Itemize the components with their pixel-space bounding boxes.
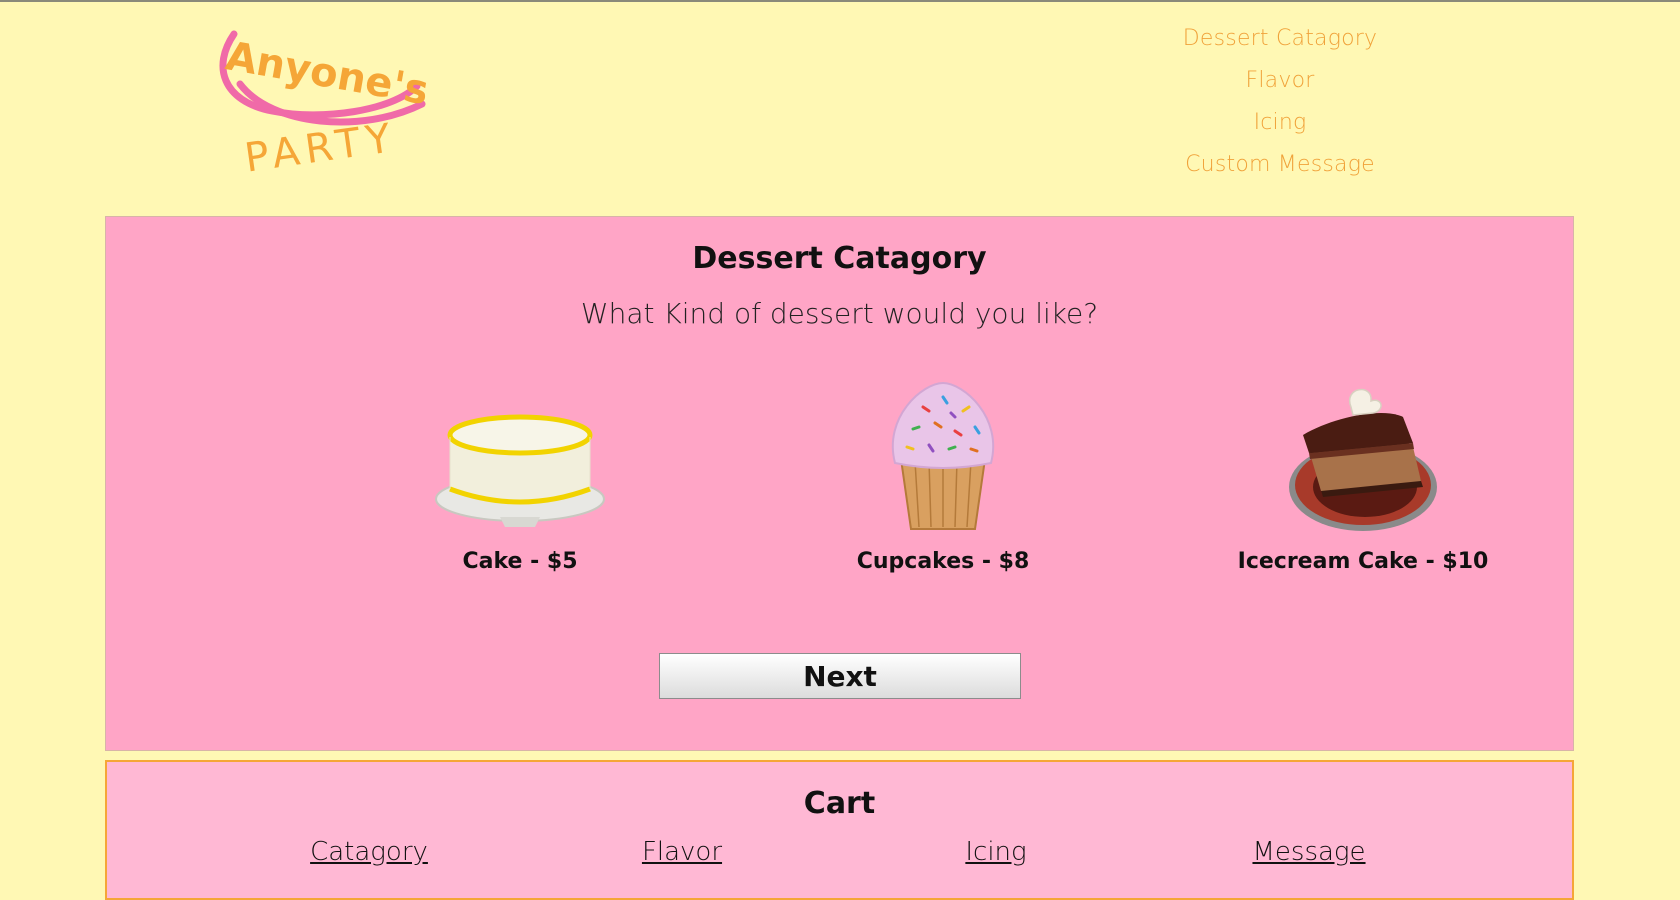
next-button[interactable]: Next (659, 653, 1021, 699)
cart-title: Cart (803, 786, 876, 821)
cart-column-flavor: Flavor (641, 837, 723, 867)
icecream-cake-image[interactable] (1263, 377, 1463, 537)
cart-column-catagory: Catagory (310, 837, 428, 867)
cupcakes-option-label: Cupcakes - $8 (856, 549, 1030, 574)
dessert-option-cake[interactable]: Cake - $5 (360, 377, 680, 574)
cake-image[interactable] (420, 377, 620, 537)
cart-panel: Cart Catagory Flavor Icing Message (105, 760, 1574, 900)
anyones-party-logo[interactable]: Anyone's PARTY (212, 26, 447, 176)
top-navigation: Dessert Catagory Flavor Icing Custom Mes… (1140, 18, 1420, 186)
dessert-option-cupcakes[interactable]: Cupcakes - $8 (783, 377, 1103, 574)
window-top-border (0, 0, 1680, 2)
icecream-cake-option-label: Icecream Cake - $10 (1237, 549, 1489, 574)
cart-column-icing: Icing (965, 837, 1027, 867)
dessert-category-panel: Dessert Catagory What Kind of dessert wo… (105, 216, 1574, 751)
cupcake-image[interactable] (843, 377, 1043, 537)
nav-link-dessert-catagory[interactable]: Dessert Catagory (1140, 18, 1420, 60)
nav-link-icing[interactable]: Icing (1140, 102, 1420, 144)
dessert-category-title: Dessert Catagory (692, 241, 987, 276)
dessert-option-icecream-cake[interactable]: Icecream Cake - $10 (1203, 377, 1523, 574)
nav-link-custom-message[interactable]: Custom Message (1140, 144, 1420, 186)
nav-link-flavor[interactable]: Flavor (1140, 60, 1420, 102)
cart-column-message: Message (1252, 837, 1366, 867)
cake-option-label: Cake - $5 (462, 549, 578, 574)
dessert-question: What Kind of dessert would you like? (580, 297, 1099, 330)
